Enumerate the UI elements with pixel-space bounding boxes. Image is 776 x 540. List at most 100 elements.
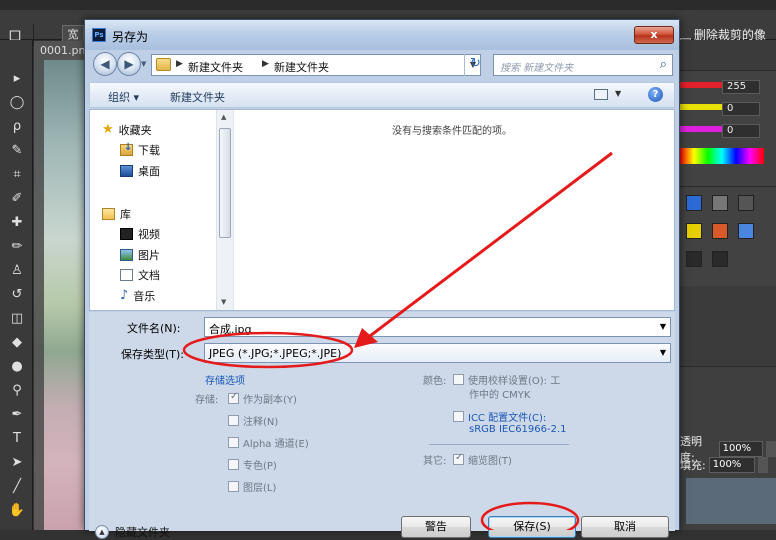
scroll-down-icon[interactable]: ▼: [221, 298, 226, 306]
notes-checkbox[interactable]: [228, 415, 239, 426]
type-tool-icon[interactable]: T: [7, 430, 27, 448]
option-as-copy[interactable]: 作为副本(Y): [228, 391, 297, 406]
document-canvas[interactable]: [34, 60, 86, 530]
document-tab[interactable]: 0001.pn: [34, 41, 86, 60]
alpha-checkbox[interactable]: [228, 437, 239, 448]
new-folder-button[interactable]: 新建文件夹: [170, 89, 225, 105]
nav-downloads[interactable]: 下载: [120, 142, 160, 158]
fill-input[interactable]: 100%: [708, 457, 755, 473]
healing-tool-icon[interactable]: ✚: [7, 214, 27, 232]
nav-item-label: 文档: [138, 269, 160, 282]
filetype-select[interactable]: JPEG (*.JPG;*.JPEG;*.JPE) ▼: [204, 343, 671, 363]
icc-label: ICC 配置文件(C):: [468, 413, 547, 424]
option-notes[interactable]: 注释(N): [228, 413, 278, 428]
green-value[interactable]: 0: [722, 102, 760, 116]
fill-dropdown[interactable]: [757, 457, 768, 473]
crop-tool-icon[interactable]: ⌗: [7, 166, 27, 184]
swatch[interactable]: [738, 195, 754, 211]
swatch[interactable]: [686, 223, 702, 239]
opacity-input[interactable]: 100%: [718, 441, 764, 457]
nav-documents[interactable]: 文档: [120, 267, 160, 283]
swatch[interactable]: [712, 195, 728, 211]
option-thumbnail[interactable]: 缩览图(T): [453, 452, 512, 467]
pen-tool-icon[interactable]: ✒: [7, 406, 27, 424]
layers-checkbox[interactable]: [228, 481, 239, 492]
layer-row[interactable]: [686, 478, 776, 524]
filename-dropdown-icon[interactable]: ▼: [660, 322, 666, 331]
eraser-tool-icon[interactable]: ◫: [7, 310, 27, 328]
path-select-icon[interactable]: ➤: [7, 454, 27, 472]
thumbnail-checkbox[interactable]: [453, 452, 464, 465]
spot-checkbox[interactable]: [228, 459, 239, 470]
history-dropdown-icon[interactable]: ▼: [141, 60, 146, 68]
swatch[interactable]: [712, 223, 728, 239]
nav-scrollbar[interactable]: ▲ ▼: [216, 110, 233, 310]
swatch[interactable]: [686, 195, 702, 211]
address-bar[interactable]: ▶ 新建文件夹 ▶ 新建文件夹 ▼: [151, 54, 481, 76]
red-value[interactable]: 255: [722, 80, 760, 94]
scroll-up-icon[interactable]: ▲: [221, 113, 226, 121]
history-brush-icon[interactable]: ↺: [7, 286, 27, 304]
nav-desktop[interactable]: 桌面: [120, 163, 160, 179]
marquee-tool-icon[interactable]: ◯: [7, 94, 27, 112]
nav-pictures[interactable]: 图片: [120, 247, 160, 263]
breadcrumb-separator-icon[interactable]: ▶: [176, 59, 183, 69]
swatch[interactable]: [686, 251, 702, 267]
scrollbar-thumb[interactable]: [219, 128, 231, 238]
refresh-icon[interactable]: ↻: [464, 54, 486, 76]
command-bar: 组织 ▾ 新建文件夹 ▼ ?: [89, 82, 675, 108]
paint-bucket-icon[interactable]: ◆: [7, 334, 27, 352]
dodge-tool-icon[interactable]: ⚲: [7, 382, 27, 400]
breadcrumb-folder[interactable]: 新建文件夹: [274, 59, 329, 75]
nav-favorites[interactable]: ★ 收藏夹: [102, 122, 152, 138]
lasso-tool-icon[interactable]: ρ: [7, 118, 27, 136]
search-icon[interactable]: ⌕: [660, 57, 667, 72]
option-spot[interactable]: 专色(P): [228, 457, 277, 472]
proof-checkbox[interactable]: [453, 374, 464, 385]
breadcrumb-folder[interactable]: 新建文件夹: [188, 59, 243, 75]
nav-music[interactable]: ♪ 音乐: [120, 288, 155, 304]
forward-button[interactable]: ▶: [117, 52, 141, 76]
swatch[interactable]: [712, 251, 728, 267]
close-button[interactable]: x: [634, 26, 674, 44]
view-dropdown-icon[interactable]: ▼: [615, 89, 621, 98]
dialog-title: 另存为: [112, 30, 149, 44]
as-copy-checkbox[interactable]: [228, 391, 239, 404]
option-proof[interactable]: 使用校样设置(O): 工: [453, 372, 560, 387]
move-tool-icon[interactable]: ▸: [7, 70, 27, 88]
swatch[interactable]: [738, 223, 754, 239]
color-spectrum[interactable]: [680, 148, 764, 164]
search-placeholder: 搜索 新建文件夹: [500, 63, 574, 74]
organize-menu[interactable]: 组织 ▾: [108, 89, 139, 105]
filetype-dropdown-icon[interactable]: ▼: [660, 348, 666, 357]
quick-select-tool-icon[interactable]: ✎: [7, 142, 27, 160]
nav-libraries[interactable]: 库: [102, 206, 131, 222]
option-layers[interactable]: 图层(L): [228, 479, 276, 494]
help-icon[interactable]: ?: [648, 87, 663, 102]
icc-checkbox[interactable]: [453, 411, 464, 422]
blue-value[interactable]: 0: [722, 124, 760, 138]
back-button[interactable]: ◀: [93, 52, 117, 76]
hide-folders-toggle[interactable]: ▲ 隐藏文件夹: [95, 524, 170, 540]
hand-tool-icon[interactable]: ✋: [7, 502, 27, 520]
breadcrumb-separator-icon[interactable]: ▶: [262, 59, 269, 69]
option-alpha[interactable]: Alpha 通道(E): [228, 435, 309, 450]
save-button[interactable]: 保存(S): [488, 516, 576, 538]
eyedropper-tool-icon[interactable]: ✐: [7, 190, 27, 208]
opacity-dropdown[interactable]: [766, 441, 776, 457]
downloads-folder-icon: [120, 142, 133, 156]
cancel-button[interactable]: 取消: [581, 516, 669, 538]
nav-videos[interactable]: 视频: [120, 226, 160, 242]
nav-item-label: 图片: [138, 249, 160, 262]
filename-input[interactable]: 合成.jpg ▼: [204, 317, 671, 337]
stamp-tool-icon[interactable]: ♙: [7, 262, 27, 280]
option-icc[interactable]: ICC 配置文件(C):: [453, 409, 546, 424]
warning-button[interactable]: 警告: [401, 516, 471, 538]
brush-tool-icon[interactable]: ✏: [7, 238, 27, 256]
storage-options-link[interactable]: 存储选项: [205, 372, 245, 387]
blur-tool-icon[interactable]: ●: [7, 358, 27, 376]
dialog-title-bar[interactable]: Ps 另存为 x: [85, 20, 679, 50]
view-options-icon[interactable]: [594, 89, 608, 100]
line-tool-icon[interactable]: ╱: [7, 478, 27, 496]
search-box[interactable]: 搜索 新建文件夹 ⌕: [493, 54, 673, 76]
